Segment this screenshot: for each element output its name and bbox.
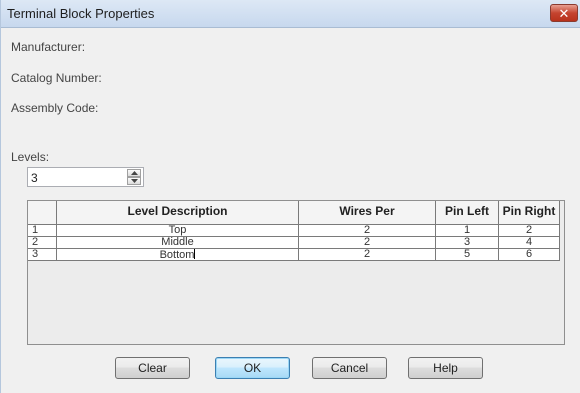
text-caret bbox=[194, 249, 196, 259]
pin-right-cell[interactable]: 6 bbox=[499, 249, 560, 261]
levels-grid[interactable]: Level Description Wires Per Pin Left Pin… bbox=[27, 200, 565, 345]
pin-left-cell[interactable]: 5 bbox=[436, 249, 499, 261]
levels-input[interactable]: 3 bbox=[31, 171, 38, 185]
levels-increment-button[interactable] bbox=[127, 169, 141, 177]
clear-button[interactable]: Clear bbox=[115, 357, 190, 379]
row-number[interactable]: 3 bbox=[28, 249, 57, 261]
level-description-cell-editing[interactable]: Bottom bbox=[57, 249, 299, 261]
level-description-text[interactable]: Bottom bbox=[160, 249, 195, 261]
pin-left-cell[interactable]: 3 bbox=[436, 237, 499, 249]
manufacturer-label: Manufacturer: bbox=[11, 40, 86, 54]
window-title: Terminal Block Properties bbox=[7, 6, 155, 21]
terminal-block-properties-dialog: Terminal Block Properties ✕ Manufacturer… bbox=[0, 0, 580, 393]
levels-spinner[interactable]: 3 bbox=[27, 167, 144, 187]
pin-left-cell[interactable]: 1 bbox=[436, 225, 499, 237]
assembly-code-label: Assembly Code: bbox=[11, 101, 99, 115]
arrow-up-icon bbox=[131, 171, 138, 175]
pin-right-cell[interactable]: 4 bbox=[499, 237, 560, 249]
row-number-header bbox=[28, 201, 57, 225]
level-description-cell[interactable]: Middle bbox=[57, 237, 299, 249]
wires-per-cell[interactable]: 2 bbox=[299, 237, 436, 249]
wires-per-cell[interactable]: 2 bbox=[299, 225, 436, 237]
arrow-down-icon bbox=[131, 179, 138, 183]
pin-right-cell[interactable]: 2 bbox=[499, 225, 560, 237]
ok-button[interactable]: OK bbox=[215, 357, 290, 379]
row-number[interactable]: 1 bbox=[28, 225, 57, 237]
level-description-cell[interactable]: Top bbox=[57, 225, 299, 237]
levels-label: Levels: bbox=[11, 150, 50, 164]
pin-left-header[interactable]: Pin Left bbox=[436, 201, 499, 225]
pin-right-header[interactable]: Pin Right bbox=[499, 201, 560, 225]
close-icon: ✕ bbox=[558, 6, 570, 21]
title-bar: Terminal Block Properties ✕ bbox=[1, 0, 580, 28]
catalog-number-label: Catalog Number: bbox=[11, 71, 102, 85]
level-description-header[interactable]: Level Description bbox=[57, 201, 299, 225]
levels-decrement-button[interactable] bbox=[127, 177, 141, 185]
wires-per-header[interactable]: Wires Per bbox=[299, 201, 436, 225]
cancel-button[interactable]: Cancel bbox=[312, 357, 387, 379]
row-number[interactable]: 2 bbox=[28, 237, 57, 249]
close-button[interactable]: ✕ bbox=[550, 4, 578, 22]
help-button[interactable]: Help bbox=[408, 357, 483, 379]
wires-per-cell[interactable]: 2 bbox=[299, 249, 436, 261]
